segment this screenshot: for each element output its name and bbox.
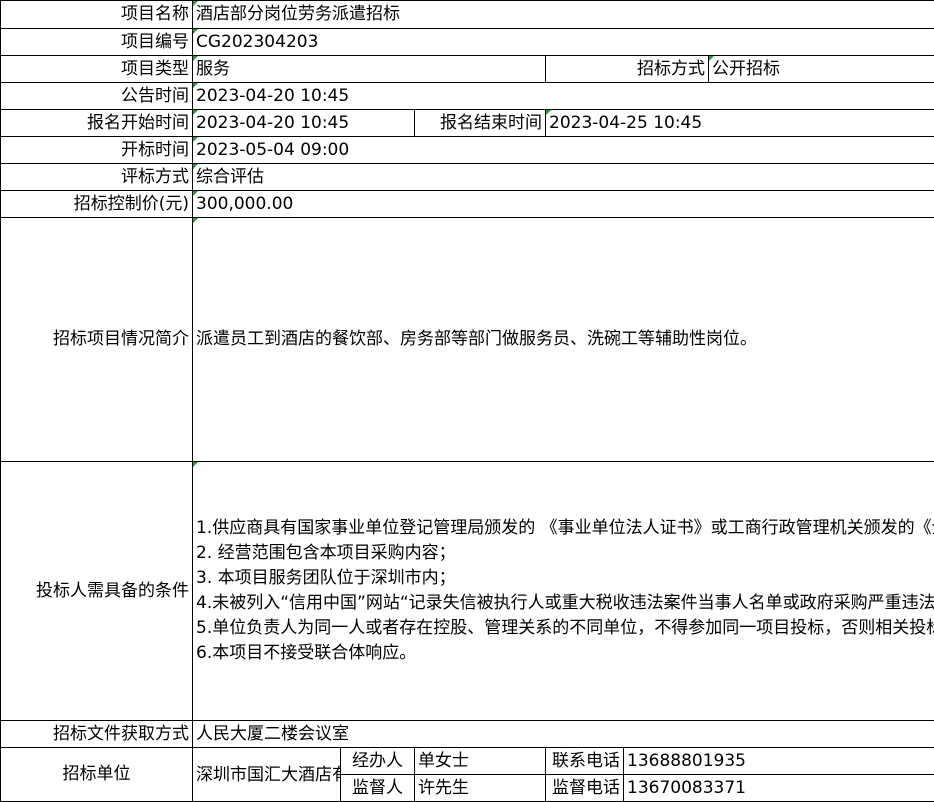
docs-value[interactable]: 人民大厦二楼会议室 bbox=[191, 720, 934, 748]
project-type-value[interactable]: 服务 bbox=[192, 55, 546, 83]
unit-label: 招标单位 bbox=[0, 747, 193, 802]
project-code-value[interactable]: CG202304203 bbox=[191, 28, 934, 56]
announce-time-value[interactable]: 2023-04-20 10:45 bbox=[191, 82, 934, 110]
evaluation-value[interactable]: 综合评估 bbox=[191, 163, 934, 191]
handler-label: 经办人 bbox=[340, 747, 415, 775]
announce-time-label: 公告时间 bbox=[0, 82, 193, 110]
requirements-value[interactable]: 1.供应商具有国家事业单位登记管理局颁发的 《事业单位法人证书》或工商行政管理机… bbox=[191, 461, 934, 721]
project-name-value[interactable]: 酒店部分岗位劳务派遣招标 bbox=[191, 0, 934, 29]
phone-value[interactable]: 13688801935 bbox=[622, 747, 934, 775]
requirement-item: 6.本项目不接受联合体响应。 bbox=[196, 643, 417, 663]
handler-value[interactable]: 单女士 bbox=[414, 747, 546, 775]
evaluation-label: 评标方式 bbox=[0, 163, 193, 191]
reg-end-label: 报名结束时间 bbox=[414, 109, 546, 137]
requirements-label: 投标人需具备的条件 bbox=[0, 461, 193, 721]
sup-phone-label: 监督电话 bbox=[545, 774, 624, 802]
phone-label: 联系电话 bbox=[545, 747, 624, 775]
docs-label: 招标文件获取方式 bbox=[0, 720, 193, 748]
project-name-label: 项目名称 bbox=[0, 0, 193, 29]
open-time-label: 开标时间 bbox=[0, 136, 193, 164]
reg-start-label: 报名开始时间 bbox=[0, 109, 193, 137]
tender-info-table: 项目名称 酒店部分岗位劳务派遣招标 项目编号 CG202304203 项目类型 … bbox=[0, 0, 934, 802]
open-time-value[interactable]: 2023-05-04 09:00 bbox=[191, 136, 934, 164]
intro-label: 招标项目情况简介 bbox=[0, 217, 193, 462]
price-label: 招标控制价(元) bbox=[0, 190, 193, 218]
requirement-item: 3. 本项目服务团队位于深圳市内； bbox=[196, 568, 456, 588]
requirement-item: 1.供应商具有国家事业单位登记管理局颁发的 《事业单位法人证书》或工商行政管理机… bbox=[196, 518, 934, 538]
requirement-item: 2. 经营范围包含本项目采购内容； bbox=[196, 543, 456, 563]
supervisor-label: 监督人 bbox=[340, 774, 415, 802]
requirement-item: 5.单位负责人为同一人或者存在控股、管理关系的不同单位，不得参加同一项目投标，否… bbox=[196, 618, 934, 638]
reg-start-value[interactable]: 2023-04-20 10:45 bbox=[192, 109, 415, 137]
bid-method-label: 招标方式 bbox=[545, 55, 709, 83]
supervisor-value[interactable]: 许先生 bbox=[414, 774, 546, 802]
project-code-label: 项目编号 bbox=[0, 28, 193, 56]
reg-end-value[interactable]: 2023-04-25 10:45 bbox=[544, 109, 934, 137]
bid-method-value[interactable]: 公开招标 bbox=[707, 55, 934, 83]
price-value[interactable]: 300,000.00 bbox=[191, 190, 934, 218]
project-type-label: 项目类型 bbox=[0, 55, 193, 83]
sup-phone-value[interactable]: 13670083371 bbox=[622, 774, 934, 802]
intro-value[interactable]: 派遣员工到酒店的餐饮部、房务部等部门做服务员、洗碗工等辅助性岗位。 bbox=[191, 217, 934, 462]
unit-name[interactable]: 深圳市国汇大酒店有限公司 bbox=[192, 747, 341, 802]
requirement-item: 4.未被列入“信用中国”网站“记录失信被执行人或重大税收违法案件当事人名单或政府… bbox=[196, 593, 934, 613]
